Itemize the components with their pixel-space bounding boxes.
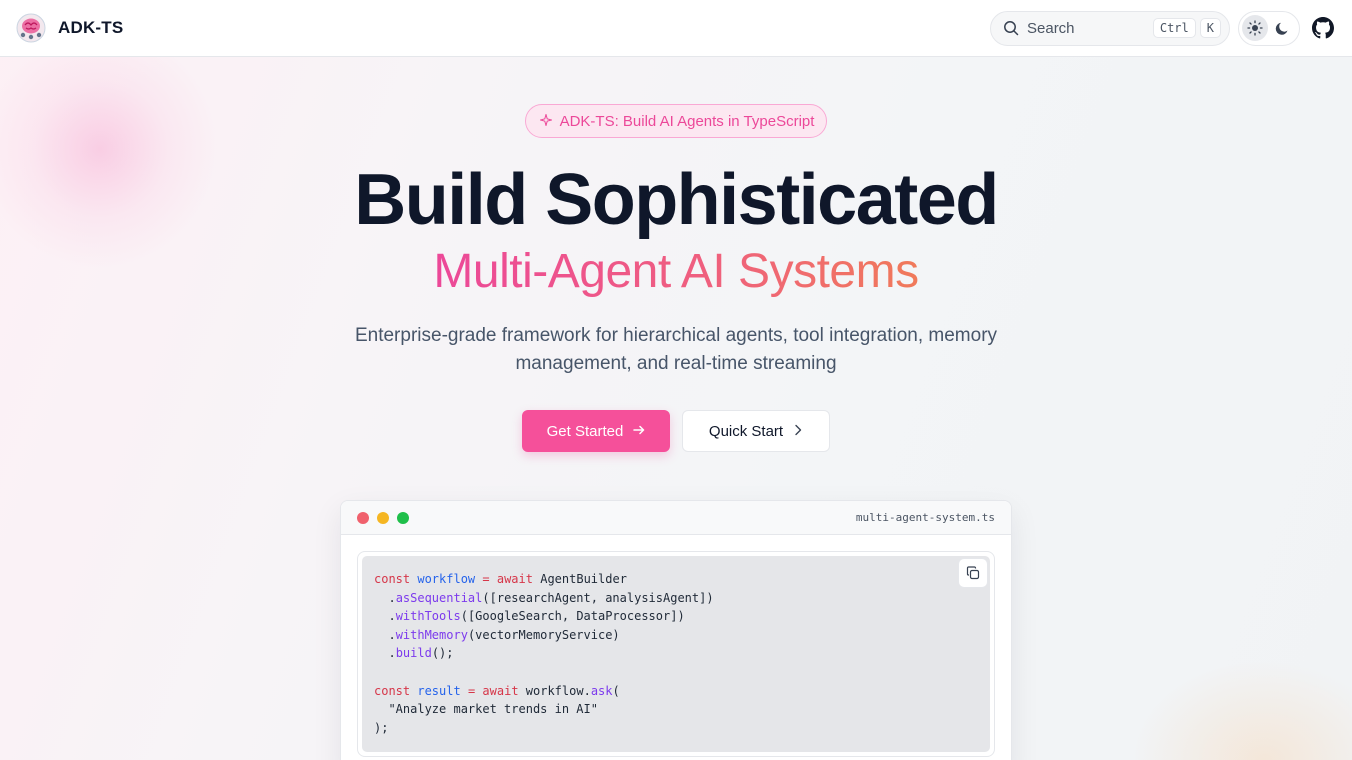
code-token: (vectorMemoryService)	[467, 627, 620, 642]
shortcut-key-ctrl: Ctrl	[1152, 18, 1196, 38]
hero-section: ADK-TS: Build AI Agents in TypeScript Bu…	[0, 57, 1352, 452]
code-token: ();	[431, 646, 454, 661]
hero-subheadline: Multi-Agent AI Systems	[433, 240, 919, 304]
shortcut-key-k: K	[1199, 18, 1221, 38]
badge-text: ADK-TS: Build AI Agents in TypeScript	[559, 112, 815, 130]
code-token: ([GoogleSearch, DataProcessor])	[460, 609, 685, 624]
code-token: .	[388, 646, 396, 661]
sparkle-icon	[538, 112, 553, 130]
code-token: );	[374, 720, 389, 735]
search-icon	[1003, 20, 1019, 36]
copy-button[interactable]	[958, 558, 988, 588]
code-token: "Analyze market trends in AI"	[388, 702, 598, 717]
code-block[interactable]: const workflow = await AgentBuilder .asS…	[362, 556, 990, 752]
code-container: const workflow = await AgentBuilder .asS…	[357, 551, 995, 757]
brain-logo-icon	[16, 13, 46, 43]
get-started-button[interactable]: Get Started	[522, 410, 670, 452]
code-window: multi-agent-system.ts const workflow = a…	[340, 500, 1012, 760]
github-icon[interactable]	[1310, 15, 1336, 41]
search-label: Search	[1027, 19, 1075, 37]
hero-headline: Build Sophisticated	[354, 160, 999, 240]
code-token: ([researchAgent, analysisAgent])	[482, 590, 714, 605]
code-token: .	[388, 609, 396, 624]
brand-link[interactable]: ADK-TS	[16, 13, 123, 43]
announcement-badge[interactable]: ADK-TS: Build AI Agents in TypeScript	[524, 104, 828, 138]
search-button[interactable]: Search Ctrl K	[990, 10, 1230, 46]
copy-icon	[966, 566, 980, 580]
code-token: result	[417, 683, 461, 698]
code-token: ask	[590, 683, 613, 698]
theme-toggle	[1238, 10, 1300, 46]
code-token: =	[467, 683, 476, 698]
code-token: asSequential	[395, 590, 483, 605]
quick-start-label: Quick Start	[708, 422, 784, 440]
brand-name: ADK-TS	[58, 18, 124, 37]
moon-icon	[1275, 22, 1288, 35]
code-window-titlebar: multi-agent-system.ts	[341, 501, 1011, 535]
dark-theme-button[interactable]	[1270, 15, 1296, 41]
code-token: await	[496, 572, 533, 586]
maximize-dot	[397, 511, 409, 524]
description-line-2: management, and real-time streaming	[515, 353, 837, 374]
code-token: const	[374, 683, 411, 698]
code-token: await	[482, 683, 519, 698]
chevron-right-icon	[793, 423, 803, 440]
top-navbar: ADK-TS Search Ctrl K	[0, 0, 1352, 57]
light-theme-button[interactable]	[1242, 15, 1268, 41]
code-token: build	[395, 646, 432, 661]
arrow-right-icon	[633, 423, 645, 440]
code-token: workflow	[417, 572, 476, 586]
close-dot	[357, 511, 369, 524]
code-token: (	[612, 683, 620, 698]
code-token: =	[482, 572, 490, 586]
get-started-label: Get Started	[546, 422, 624, 440]
description-line-1: Enterprise-grade framework for hierarchi…	[354, 325, 998, 346]
code-token: AgentBuilder	[540, 572, 627, 586]
minimize-dot	[377, 511, 389, 524]
code-token: withMemory	[395, 627, 468, 642]
background-glow-right	[1132, 660, 1352, 760]
code-token: withTools	[395, 609, 461, 624]
code-token: .	[388, 627, 396, 642]
code-token: workflow.	[525, 683, 591, 698]
code-token: const	[374, 572, 411, 586]
hero-description: Enterprise-grade framework for hierarchi…	[326, 322, 1026, 378]
code-token: .	[388, 590, 396, 605]
sun-icon	[1247, 20, 1263, 36]
code-filename: multi-agent-system.ts	[855, 511, 995, 524]
quick-start-button[interactable]: Quick Start	[682, 410, 830, 452]
